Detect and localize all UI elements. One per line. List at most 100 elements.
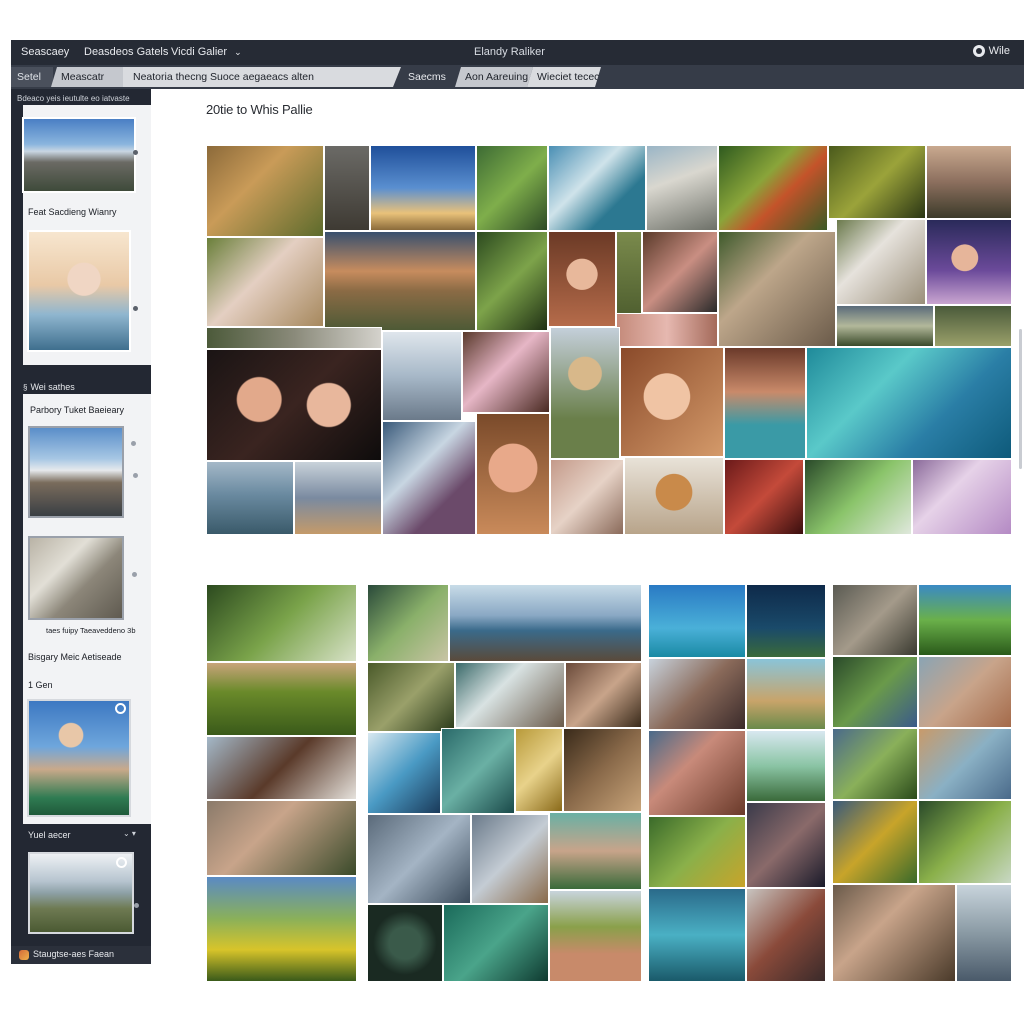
menu-item-seascaey[interactable]: Seascaey <box>21 46 69 58</box>
photo-tile[interactable] <box>918 800 1012 884</box>
photo-tile[interactable] <box>648 816 746 888</box>
photo-tile[interactable] <box>718 231 836 347</box>
photo-tile[interactable] <box>367 584 449 662</box>
photo-tile[interactable] <box>648 584 746 658</box>
photo-tile[interactable] <box>648 888 746 982</box>
chevron-down-icon[interactable]: ⌄ ▾ <box>123 829 136 838</box>
photo-tile[interactable] <box>836 305 934 347</box>
photo-tile[interactable] <box>206 736 357 800</box>
photo-tile[interactable] <box>918 656 1012 728</box>
thumbnail-option-icon[interactable] <box>116 857 127 868</box>
photo-tile[interactable] <box>367 904 443 982</box>
sidebar-thumbnail-1[interactable] <box>22 117 136 193</box>
photo-tile[interactable] <box>515 728 563 812</box>
photo-tile[interactable] <box>367 732 441 814</box>
photo-tile[interactable] <box>648 658 746 730</box>
photo-tile[interactable] <box>550 459 624 535</box>
photo-tile[interactable] <box>367 662 455 732</box>
photo-tile[interactable] <box>648 730 746 816</box>
sidebar-thumbnail-5[interactable] <box>27 699 131 817</box>
thumbnail-option-dot[interactable] <box>131 441 136 446</box>
photo-tile[interactable] <box>832 728 918 800</box>
photo-tile[interactable] <box>548 231 616 327</box>
photo-tile[interactable] <box>926 145 1012 219</box>
account-button[interactable]: Wile <box>972 45 1010 57</box>
photo-tile[interactable] <box>206 876 357 982</box>
photo-tile[interactable] <box>832 800 918 884</box>
photo-tile[interactable] <box>918 584 1012 656</box>
photo-tile[interactable] <box>324 231 476 331</box>
tab-aareuing[interactable]: Aon Aareuing <box>455 67 533 87</box>
photo-tile[interactable] <box>746 658 826 730</box>
vertical-scrollbar[interactable] <box>1019 329 1022 469</box>
photo-tile[interactable] <box>449 584 642 662</box>
photo-tile[interactable] <box>476 413 550 535</box>
photo-tile[interactable] <box>471 814 549 904</box>
thumbnail-option-icon[interactable] <box>115 703 126 714</box>
tab-wieciet[interactable]: Wieciet tecec <box>527 67 601 87</box>
photo-tile[interactable] <box>718 145 828 231</box>
photo-tile[interactable] <box>624 457 724 535</box>
photo-tile[interactable] <box>324 145 370 231</box>
photo-tile[interactable] <box>832 884 956 982</box>
photo-tile[interactable] <box>746 802 826 888</box>
photo-tile[interactable] <box>724 459 804 535</box>
photo-tile[interactable] <box>206 461 294 535</box>
photo-tile[interactable] <box>642 231 718 313</box>
photo-tile[interactable] <box>620 347 724 457</box>
photo-tile[interactable] <box>746 584 826 658</box>
sidebar-footer[interactable]: Staugtse-aes Faean <box>11 946 151 964</box>
thumbnail-option-dot[interactable] <box>133 473 138 478</box>
photo-tile[interactable] <box>206 800 357 876</box>
thumbnail-option-dot[interactable] <box>132 572 137 577</box>
sidebar-thumbnail-3[interactable] <box>28 426 124 518</box>
photo-tile[interactable] <box>367 814 471 904</box>
tab-setel[interactable]: Setel <box>11 67 53 87</box>
photo-tile[interactable] <box>455 662 565 728</box>
photo-tile[interactable] <box>206 584 357 662</box>
menu-item-galier[interactable]: Vicdi Galier ⌄ <box>171 46 242 58</box>
thumbnail-option-dot[interactable] <box>133 150 138 155</box>
photo-tile[interactable] <box>206 145 324 237</box>
photo-tile[interactable] <box>382 331 462 421</box>
photo-tile[interactable] <box>956 884 1012 982</box>
photo-tile[interactable] <box>832 656 918 728</box>
photo-tile[interactable] <box>550 327 620 459</box>
photo-tile[interactable] <box>462 331 550 413</box>
photo-tile[interactable] <box>549 812 642 890</box>
thumbnail-option-dot[interactable] <box>134 903 139 908</box>
photo-tile[interactable] <box>476 231 548 331</box>
photo-tile[interactable] <box>934 305 1012 347</box>
photo-tile[interactable] <box>563 728 642 812</box>
photo-tile[interactable] <box>912 459 1012 535</box>
menu-item-gatels[interactable]: Deasdeos Gatels <box>84 46 168 58</box>
photo-tile[interactable] <box>206 662 357 736</box>
photo-tile[interactable] <box>549 890 642 982</box>
photo-tile[interactable] <box>370 145 476 231</box>
photo-tile[interactable] <box>746 888 826 982</box>
photo-tile[interactable] <box>443 904 549 982</box>
photo-tile[interactable] <box>548 145 646 231</box>
photo-tile[interactable] <box>828 145 926 219</box>
photo-tile[interactable] <box>832 584 918 656</box>
tab-search-field[interactable]: Neatoria thecng Suoce aegaeacs alten <box>123 67 401 87</box>
photo-tile[interactable] <box>746 730 826 802</box>
photo-tile[interactable] <box>206 327 382 349</box>
photo-tile[interactable] <box>206 349 382 461</box>
photo-tile[interactable] <box>441 728 515 814</box>
tab-saecms[interactable]: Saecms <box>404 67 454 87</box>
photo-tile[interactable] <box>294 461 382 535</box>
tab-meascatr[interactable]: Meascatr <box>51 67 129 87</box>
photo-tile[interactable] <box>806 347 1012 459</box>
photo-tile[interactable] <box>382 421 476 535</box>
photo-tile[interactable] <box>646 145 718 231</box>
thumbnail-option-dot[interactable] <box>133 306 138 311</box>
photo-tile[interactable] <box>565 662 642 728</box>
photo-tile[interactable] <box>616 313 718 347</box>
photo-tile[interactable] <box>724 347 806 459</box>
photo-tile[interactable] <box>918 728 1012 800</box>
photo-tile[interactable] <box>476 145 548 231</box>
photo-tile[interactable] <box>836 219 926 305</box>
photo-tile[interactable] <box>804 459 912 535</box>
sidebar-thumbnail-4[interactable] <box>28 536 124 620</box>
